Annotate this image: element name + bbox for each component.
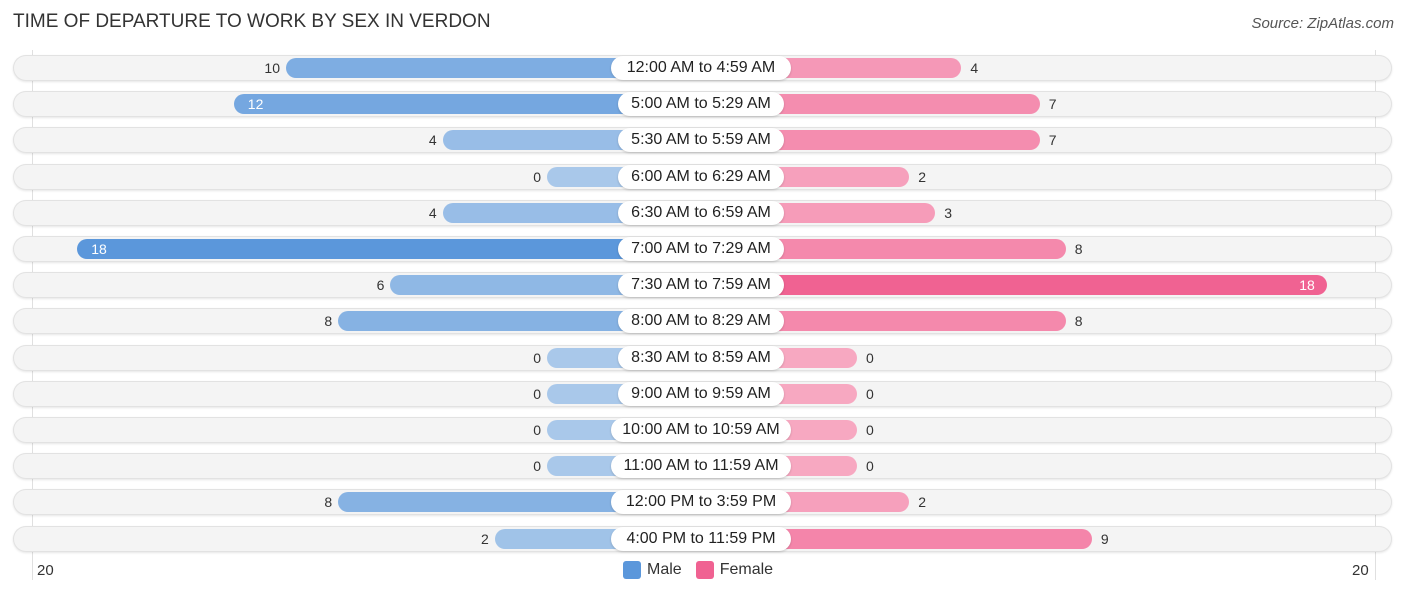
value-label-female: 0 xyxy=(866,458,874,475)
legend-item-female[interactable]: Female xyxy=(695,561,774,579)
value-label-male: 4 xyxy=(428,204,437,221)
category-label: 10:00 AM to 10:59 AM xyxy=(611,418,791,442)
value-label-male: 12 xyxy=(247,96,264,113)
value-label-female: 8 xyxy=(1074,241,1083,257)
value-label-male: 8 xyxy=(324,494,333,511)
legend-label-female: Female xyxy=(719,561,774,578)
value-label-female: 0 xyxy=(866,422,874,438)
category-label: 6:00 AM to 6:29 AM xyxy=(618,164,784,189)
bar-male[interactable] xyxy=(77,239,703,259)
legend-label-male: Male xyxy=(647,561,682,578)
category-label: 12:00 AM to 4:59 AM xyxy=(611,56,791,80)
value-label-female: 3 xyxy=(944,204,953,221)
category-label: 5:30 AM to 5:59 AM xyxy=(618,128,784,153)
category-label: 12:00 PM to 3:59 PM xyxy=(611,490,791,515)
value-label-male: 0 xyxy=(533,385,541,402)
value-label-male: 6 xyxy=(376,277,385,294)
value-label-male: 18 xyxy=(91,241,107,257)
value-label-male: 0 xyxy=(533,422,541,438)
value-label-female: 2 xyxy=(918,168,926,185)
category-label: 7:00 AM to 7:29 AM xyxy=(618,237,784,261)
value-label-female: 4 xyxy=(970,60,979,76)
category-label: 8:30 AM to 8:59 AM xyxy=(618,345,784,370)
chart-title: TIME OF DEPARTURE TO WORK BY SEX IN VERD… xyxy=(13,11,491,32)
category-label: 8:00 AM to 8:29 AM xyxy=(618,309,784,334)
category-label: 5:00 AM to 5:29 AM xyxy=(618,92,784,117)
category-label: 11:00 AM to 11:59 AM xyxy=(611,454,791,479)
value-label-male: 0 xyxy=(533,458,541,475)
category-label: 6:30 AM to 6:59 AM xyxy=(618,200,784,225)
value-label-male: 10 xyxy=(264,60,280,76)
legend-swatch-male xyxy=(623,561,641,579)
value-label-female: 0 xyxy=(866,385,874,402)
value-label-female: 9 xyxy=(1100,530,1109,547)
source-label: Source: ZipAtlas.com xyxy=(1251,15,1394,32)
value-label-male: 8 xyxy=(324,313,333,330)
category-label: 9:00 AM to 9:59 AM xyxy=(618,381,784,406)
value-label-female: 7 xyxy=(1048,132,1057,149)
axis-tick-right: 20 xyxy=(1352,562,1369,579)
legend-swatch-female xyxy=(695,561,714,579)
value-label-male: 4 xyxy=(428,132,437,149)
value-label-female: 7 xyxy=(1048,96,1057,113)
bar-female[interactable] xyxy=(703,275,1327,296)
category-label: 7:30 AM to 7:59 AM xyxy=(618,273,784,298)
legend-item-male[interactable]: Male xyxy=(623,561,682,579)
legend: Male Female xyxy=(623,561,787,579)
value-label-female: 2 xyxy=(918,494,926,511)
value-label-male: 0 xyxy=(533,349,541,366)
value-label-female: 18 xyxy=(1299,277,1315,294)
category-label: 4:00 PM to 11:59 PM xyxy=(611,526,791,551)
value-label-male: 2 xyxy=(481,530,489,547)
value-label-female: 8 xyxy=(1074,313,1083,330)
axis-tick-left: 20 xyxy=(37,562,54,579)
value-label-female: 0 xyxy=(866,349,874,366)
value-label-male: 0 xyxy=(533,168,541,185)
